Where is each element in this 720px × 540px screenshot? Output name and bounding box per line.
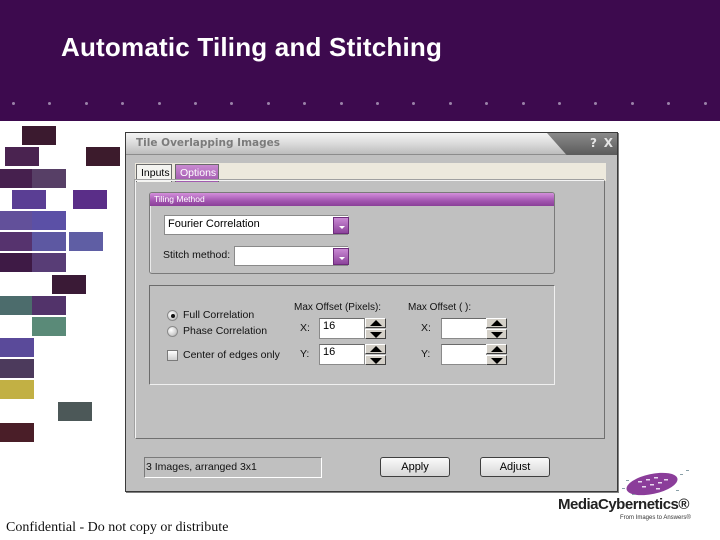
units-y-spinner[interactable]	[486, 344, 507, 365]
decor-tile	[0, 211, 34, 230]
chevron-down-icon[interactable]	[333, 248, 349, 265]
media-cybernetics-logo: MediaCybernetics® From Images to Answers…	[556, 468, 716, 528]
phase-correlation-radio[interactable]	[167, 326, 178, 337]
divider-dot	[157, 102, 161, 105]
decor-tile	[32, 253, 66, 272]
max-offset-pixels-header: Max Offset (Pixels):	[294, 302, 382, 313]
divider-dot	[558, 102, 561, 105]
pixels-x-spinner[interactable]	[365, 318, 386, 339]
decor-tile	[5, 147, 39, 166]
pixels-y-spinner[interactable]	[365, 344, 386, 365]
divider-dot	[667, 102, 671, 105]
units-x-label: X:	[421, 322, 431, 334]
options-tab-panel: Tiling Method Fourier Correlation Stitch…	[135, 180, 605, 439]
tiling-method-dropdown[interactable]: Fourier Correlation	[164, 215, 349, 235]
spin-down-arrow-icon[interactable]	[365, 355, 386, 365]
divider-dot	[703, 102, 707, 105]
decor-tile	[22, 126, 56, 145]
decor-tile	[0, 359, 34, 378]
spin-up-arrow-icon[interactable]	[486, 318, 507, 328]
units-y-label: Y:	[421, 348, 431, 360]
units-x-spinner[interactable]	[486, 318, 507, 339]
decor-tile	[32, 169, 66, 188]
spin-up-arrow-icon[interactable]	[486, 344, 507, 354]
dialog-title: Tile Overlapping Images	[136, 137, 280, 149]
divider-dot	[303, 102, 307, 105]
units-x-input[interactable]	[441, 318, 487, 339]
tiling-method-value: Fourier Correlation	[168, 218, 260, 230]
divider-dot	[84, 102, 88, 105]
dialog-titlebar[interactable]: Tile Overlapping Images ? X	[126, 133, 617, 155]
pixels-y-input[interactable]: 16	[319, 344, 365, 365]
tiling-method-header: Tiling Method	[150, 193, 554, 206]
slide-header: Automatic Tiling and Stitching	[0, 0, 720, 121]
decor-tile	[12, 190, 46, 209]
decor-tile	[0, 253, 34, 272]
pixels-y-label: Y:	[300, 348, 310, 360]
decor-tile	[0, 232, 34, 251]
divider-dot	[448, 102, 452, 105]
decor-tile	[32, 232, 66, 251]
phase-correlation-label: Phase Correlation	[183, 325, 268, 337]
dotted-divider	[0, 102, 720, 106]
decor-tile	[0, 169, 34, 188]
stitch-method-dropdown[interactable]	[234, 246, 349, 266]
decor-tile	[58, 402, 92, 421]
divider-dot	[376, 102, 379, 105]
spin-down-arrow-icon[interactable]	[365, 329, 386, 339]
divider-dot	[266, 102, 270, 105]
decor-tile	[32, 317, 66, 336]
max-offset-units-header: Max Offset ( ):	[408, 302, 472, 313]
tiling-method-group: Tiling Method Fourier Correlation Stitch…	[149, 192, 555, 274]
divider-dot	[339, 102, 343, 105]
divider-dot	[412, 102, 416, 105]
full-correlation-radio[interactable]	[167, 310, 178, 321]
stitch-method-label: Stitch method:	[163, 249, 231, 261]
divider-dot	[121, 102, 125, 105]
decor-tile	[32, 211, 66, 230]
spin-up-arrow-icon[interactable]	[365, 318, 386, 328]
divider-dot	[48, 102, 52, 105]
correlation-group: Full Correlation Phase Correlation Cente…	[149, 285, 555, 385]
center-of-edges-label: Center of edges only	[183, 349, 280, 361]
decor-tile	[52, 275, 86, 294]
logo-tagline: From Images to Answers®	[620, 515, 691, 521]
adjust-button[interactable]: Adjust	[480, 457, 550, 477]
full-correlation-label: Full Correlation	[183, 309, 255, 321]
units-y-input[interactable]	[441, 344, 487, 365]
decor-tile	[32, 296, 66, 315]
spin-down-arrow-icon[interactable]	[486, 329, 507, 339]
chevron-down-icon[interactable]	[333, 217, 349, 234]
tile-overlapping-images-dialog: Tile Overlapping Images ? X Inputs Optio…	[125, 132, 618, 492]
help-button[interactable]: ?	[590, 136, 597, 150]
logo-swirl-icon	[622, 470, 689, 496]
confidential-footer: Confidential - Do not copy or distribute	[6, 520, 229, 535]
spin-down-arrow-icon[interactable]	[486, 355, 507, 365]
apply-button[interactable]: Apply	[380, 457, 450, 477]
divider-dot	[230, 102, 234, 105]
divider-dot	[194, 102, 197, 105]
logo-wordmark: MediaCybernetics®	[558, 496, 689, 513]
slide-title: Automatic Tiling and Stitching	[61, 32, 443, 62]
center-of-edges-checkbox[interactable]	[167, 350, 178, 361]
decor-tile	[0, 296, 34, 315]
decor-tile	[0, 380, 34, 399]
divider-dot	[521, 102, 525, 105]
close-button[interactable]: X	[604, 136, 613, 150]
decor-tile	[0, 423, 34, 442]
pixels-x-input[interactable]: 16	[319, 318, 365, 339]
decor-tile	[0, 338, 34, 357]
divider-dot	[594, 102, 598, 105]
decor-tile	[69, 232, 103, 251]
spin-up-arrow-icon[interactable]	[365, 344, 386, 354]
decor-tile	[73, 190, 107, 209]
tab-strip: Inputs Options	[135, 163, 606, 182]
pixels-x-label: X:	[300, 322, 310, 334]
decor-tile	[86, 147, 120, 166]
divider-dot	[485, 102, 489, 105]
divider-dot	[12, 102, 15, 105]
divider-dot	[630, 102, 634, 105]
status-text: 3 Images, arranged 3x1	[144, 457, 322, 478]
